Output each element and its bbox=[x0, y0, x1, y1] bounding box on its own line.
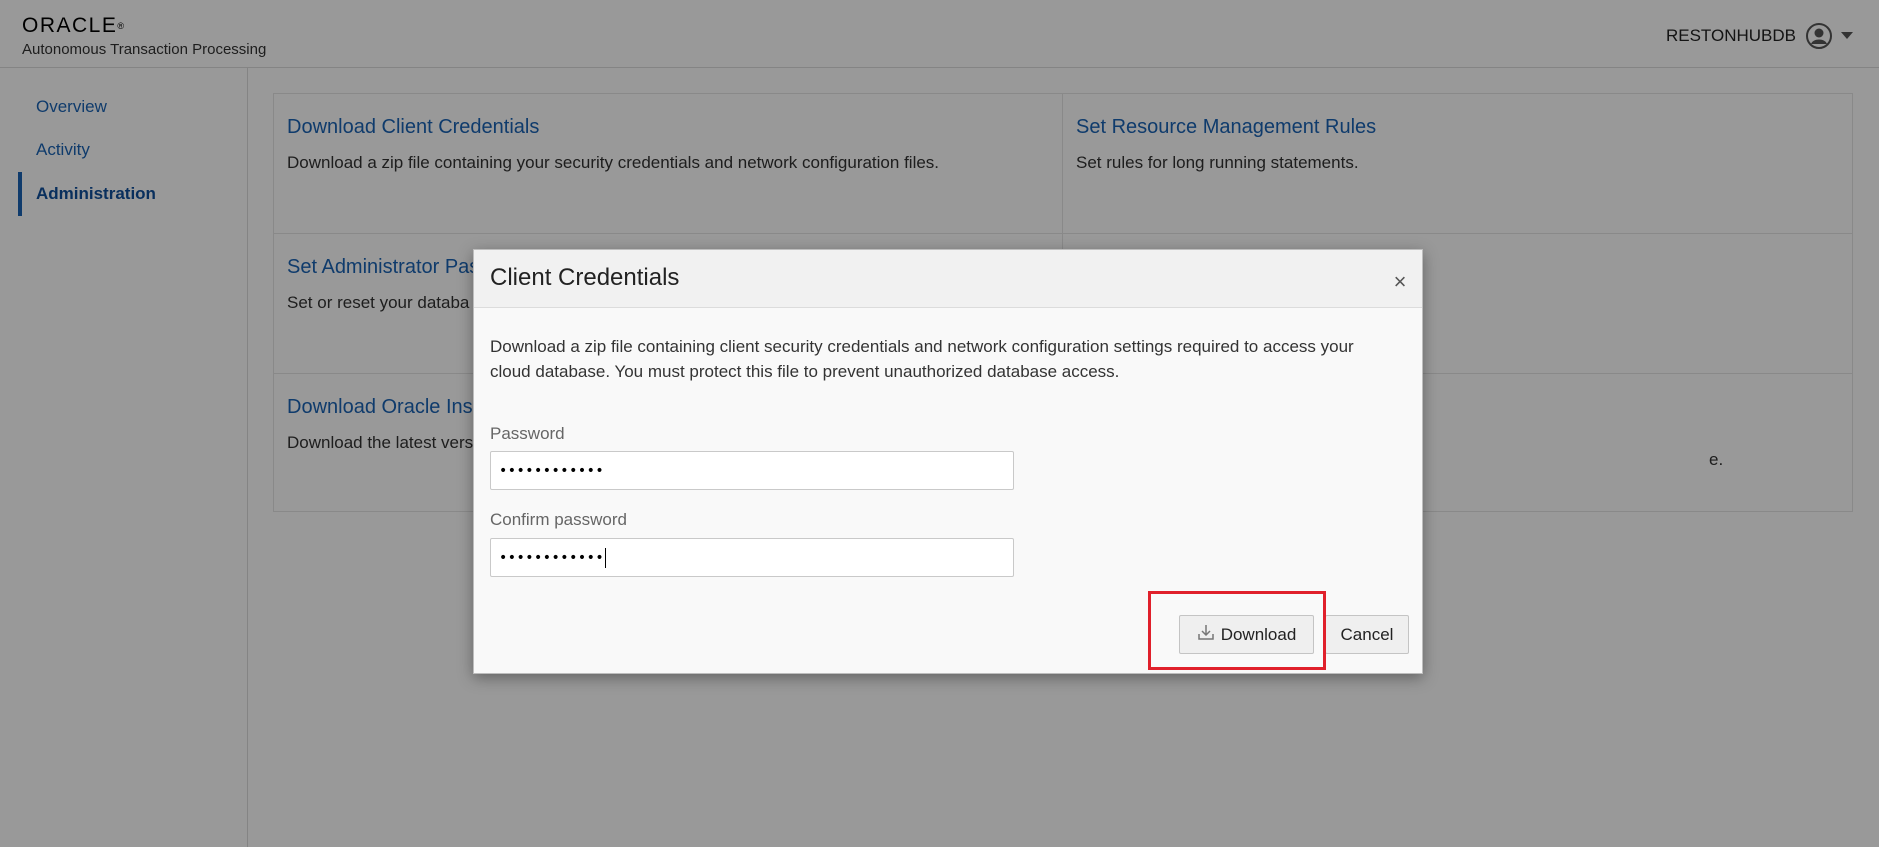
confirm-password-value: •••••••••••• bbox=[499, 549, 605, 566]
dialog-header: Client Credentials × bbox=[474, 250, 1422, 308]
confirm-password-label: Confirm password bbox=[490, 510, 627, 529]
password-value: •••••••••••• bbox=[499, 462, 605, 479]
highlight-annotation-box bbox=[1148, 591, 1326, 670]
close-icon[interactable]: × bbox=[1390, 271, 1410, 293]
dialog-title: Client Credentials bbox=[490, 264, 680, 291]
dialog-description: Download a zip file containing client se… bbox=[490, 337, 1354, 381]
confirm-password-field[interactable]: •••••••••••• bbox=[490, 538, 1014, 577]
password-field[interactable]: •••••••••••• bbox=[490, 451, 1014, 490]
cancel-button[interactable]: Cancel bbox=[1325, 615, 1409, 654]
page: ORACLE® Autonomous Transaction Processin… bbox=[0, 0, 1879, 847]
password-label: Password bbox=[490, 424, 565, 443]
text-caret bbox=[605, 547, 607, 568]
